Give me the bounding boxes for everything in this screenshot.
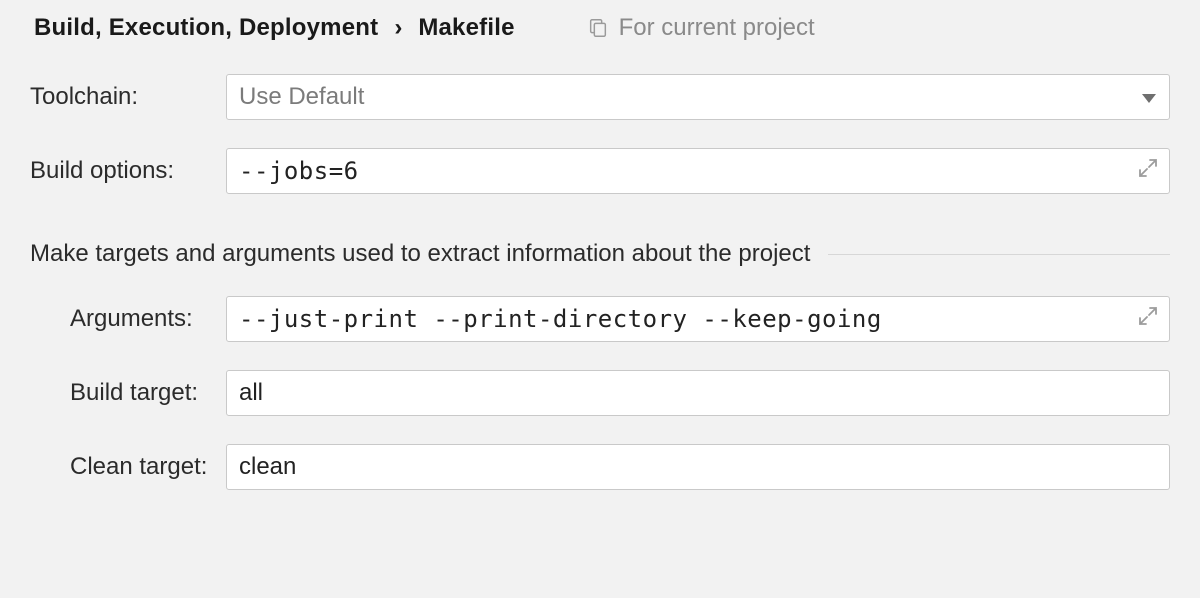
section-title: Make targets and arguments used to extra… [30, 240, 828, 268]
section-divider [828, 254, 1170, 255]
clean-target-label: Clean target: [30, 453, 226, 481]
breadcrumb-parent[interactable]: Build, Execution, Deployment [34, 14, 378, 42]
copy-icon [587, 17, 609, 39]
scope-label: For current project [619, 14, 815, 42]
build-options-input[interactable] [226, 148, 1170, 194]
build-target-input[interactable] [226, 370, 1170, 416]
chevron-right-icon: › [390, 14, 406, 42]
expand-icon[interactable] [1138, 305, 1158, 333]
expand-icon[interactable] [1138, 157, 1158, 185]
arguments-input[interactable] [226, 296, 1170, 342]
build-options-label: Build options: [30, 157, 226, 185]
section-header: Make targets and arguments used to extra… [30, 240, 1170, 268]
clean-target-input[interactable] [226, 444, 1170, 490]
build-target-label: Build target: [30, 379, 226, 407]
scope-indicator: For current project [587, 14, 815, 42]
breadcrumb-current: Makefile [418, 14, 514, 42]
breadcrumb: Build, Execution, Deployment › Makefile … [30, 14, 1170, 42]
toolchain-label: Toolchain: [30, 83, 226, 111]
arguments-label: Arguments: [30, 305, 226, 333]
toolchain-select[interactable] [226, 74, 1170, 120]
